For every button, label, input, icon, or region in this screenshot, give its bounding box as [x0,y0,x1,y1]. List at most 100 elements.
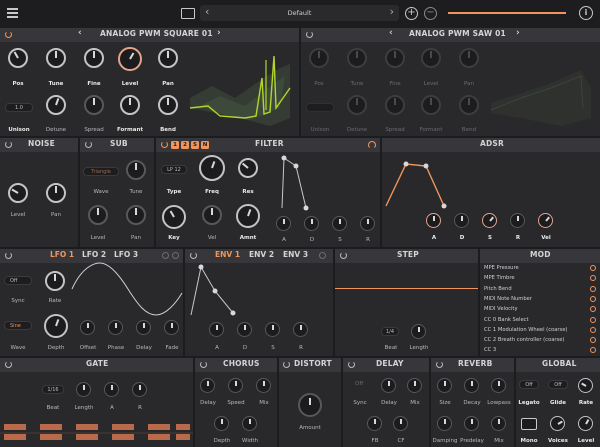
list-item[interactable]: CC 2 Breath controller (coarse) [484,335,596,345]
sub-pan-knob[interactable] [126,205,146,225]
filter-power-icon[interactable] [161,141,168,148]
list-item[interactable]: CC 1 Modulation Wheel (coarse) [484,325,596,335]
list-item[interactable]: CC 0 Bank Select [484,315,596,325]
gate-a-knob[interactable] [104,382,119,397]
mod-source-icon[interactable] [590,265,596,271]
osc2-level-knob[interactable] [421,48,441,68]
reverb-lowpass-knob[interactable] [491,378,506,393]
filter-key-knob[interactable] [162,205,186,229]
lfo-delay-knob[interactable] [136,320,151,335]
step-beat-selector[interactable]: 1/4 [381,327,399,336]
osc2-wavetable-display[interactable] [490,48,591,128]
osc1-power-icon[interactable] [5,31,12,38]
noise-level-knob[interactable] [8,183,28,203]
preset-selector[interactable]: ‹ Default › [200,5,399,21]
osc2-fine-knob[interactable] [385,48,405,68]
tab-env-2[interactable]: ENV 2 [249,250,274,259]
mod-source-icon[interactable] [590,295,596,302]
list-item[interactable]: MPE Timbre [484,273,596,283]
filter-envelope-graph[interactable] [276,154,372,214]
sub-wave-selector[interactable]: Triangle [83,167,119,176]
info-button[interactable]: i [579,6,593,20]
env-r-knob[interactable] [293,322,308,337]
osc1-detune-knob[interactable] [46,95,66,115]
osc2-power-icon[interactable] [306,31,313,38]
filter-env-s-knob[interactable] [332,216,347,231]
filter-env-r-knob[interactable] [360,216,375,231]
lfo-mod-icon[interactable] [162,252,169,259]
reverb-mix-knob[interactable] [491,416,506,431]
mod-source-icon[interactable] [590,275,596,282]
chorus-speed-knob[interactable] [228,378,243,393]
osc1-prev-button[interactable]: ‹ [78,28,82,38]
adsr-envelope-graph[interactable] [382,152,582,212]
filter-env-d-knob[interactable] [304,216,319,231]
folder-icon[interactable] [181,8,195,19]
gate-r-knob[interactable] [132,382,147,397]
noise-pan-knob[interactable] [46,183,66,203]
osc1-pan-knob[interactable] [158,48,178,68]
env-s-knob[interactable] [265,322,280,337]
gate-step-sequencer[interactable] [0,421,193,443]
reverb-damping-knob[interactable] [437,416,452,431]
lfo-depth-knob[interactable] [44,314,68,338]
adsr-d-knob[interactable] [454,213,469,228]
adsr-r-knob[interactable] [510,213,525,228]
mod-source-icon[interactable] [590,285,596,292]
lfo-mod-icon-2[interactable] [172,252,179,259]
env-mod-icon[interactable] [319,252,326,259]
delay-mix-knob[interactable] [407,378,422,393]
osc2-pan-knob[interactable] [459,48,479,68]
osc2-bend-knob[interactable] [459,95,479,115]
distort-power-icon[interactable] [283,361,290,368]
lfo-wave-selector[interactable]: Sine [4,321,32,330]
filter-route-noise[interactable]: N [201,141,209,149]
reverb-predelay-knob[interactable] [464,416,479,431]
add-preset-button[interactable]: + [405,7,418,20]
tab-env-3[interactable]: ENV 3 [283,250,308,259]
filter-res-knob[interactable] [238,158,258,178]
gate-beat-selector[interactable]: 1/16 [42,385,64,394]
mod-source-icon[interactable] [590,316,596,323]
delay-power-icon[interactable] [348,361,355,368]
reverb-decay-knob[interactable] [464,378,479,393]
sub-tune-knob[interactable] [126,160,146,180]
step-length-knob[interactable] [411,324,426,339]
gate-power-icon[interactable] [5,361,12,368]
osc1-formant-knob[interactable] [120,95,140,115]
delay-fb-knob[interactable] [367,416,382,431]
delay-delay-knob[interactable] [381,378,396,393]
mod-source-icon[interactable] [590,347,596,354]
env-a-knob[interactable] [209,322,224,337]
global-mono-toggle[interactable] [521,418,537,430]
global-level-knob[interactable] [578,416,593,431]
master-volume-slider[interactable] [448,12,566,14]
global-glide-toggle[interactable]: Off [548,380,568,389]
filter-env-a-knob[interactable] [276,216,291,231]
osc1-wavetable-display[interactable] [189,48,291,128]
step-sequence-display[interactable] [335,288,478,289]
osc1-unison-value[interactable]: 1.0 [5,103,33,112]
filter-type-selector[interactable]: LP 12 [161,165,187,174]
adsr-vel-knob[interactable] [538,213,553,228]
lfo-phase-knob[interactable] [108,320,123,335]
chorus-depth-knob[interactable] [214,416,229,431]
tab-env-1[interactable]: ENV 1 [215,250,240,259]
delay-sync-value[interactable]: Off [355,381,363,387]
delay-cf-knob[interactable] [393,416,408,431]
filter-vel-knob[interactable] [202,205,222,225]
osc2-title[interactable]: ANALOG PWM SAW 01 [409,29,506,38]
osc1-fine-knob[interactable] [84,48,104,68]
adsr-a-knob[interactable] [426,213,441,228]
osc1-title[interactable]: ANALOG PWM SQUARE 01 [100,29,213,38]
osc2-tune-knob[interactable] [347,48,367,68]
osc1-spread-knob[interactable] [84,95,104,115]
hamburger-menu-icon[interactable] [7,8,18,18]
osc2-next-button[interactable]: › [516,28,520,38]
tab-lfo-3[interactable]: LFO 3 [114,250,138,259]
tab-lfo-1[interactable]: LFO 1 [50,250,74,259]
reverb-power-icon[interactable] [436,361,443,368]
osc2-prev-button[interactable]: ‹ [389,28,393,38]
osc2-pos-knob[interactable] [309,48,329,68]
sub-level-knob[interactable] [88,205,108,225]
